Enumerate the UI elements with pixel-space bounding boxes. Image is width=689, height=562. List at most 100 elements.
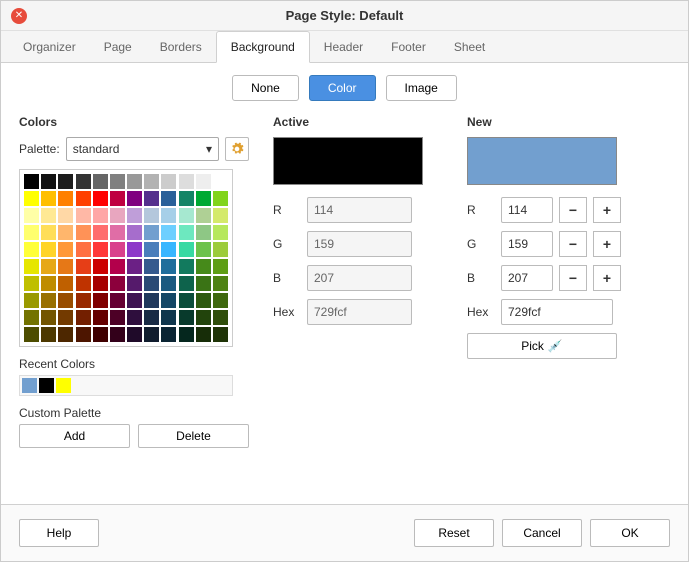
color-swatch[interactable] [110,225,125,240]
color-swatch[interactable] [76,327,91,342]
color-swatch[interactable] [110,259,125,274]
color-swatch[interactable] [24,259,39,274]
color-swatch[interactable] [93,208,108,223]
mode-color-button[interactable]: Color [309,75,376,101]
color-swatch[interactable] [93,191,108,206]
tab-organizer[interactable]: Organizer [9,32,90,62]
new-hex-input[interactable]: 729fcf [501,299,613,325]
color-swatch[interactable] [110,208,125,223]
color-swatch[interactable] [127,225,142,240]
color-swatch[interactable] [41,191,56,206]
color-swatch[interactable] [58,242,73,257]
tab-borders[interactable]: Borders [146,32,216,62]
color-swatch[interactable] [110,242,125,257]
color-swatch[interactable] [144,191,159,206]
color-swatch[interactable] [213,208,228,223]
color-swatch[interactable] [93,242,108,257]
color-swatch[interactable] [179,242,194,257]
color-swatch[interactable] [144,225,159,240]
color-swatch[interactable] [161,174,176,189]
color-swatch[interactable] [144,276,159,291]
color-swatch[interactable] [58,327,73,342]
color-swatch[interactable] [93,259,108,274]
tab-header[interactable]: Header [310,32,377,62]
color-swatch[interactable] [41,310,56,325]
color-swatch[interactable] [196,259,211,274]
color-swatch[interactable] [127,191,142,206]
add-button[interactable]: Add [19,424,130,448]
color-swatch[interactable] [41,208,56,223]
ok-button[interactable]: OK [590,519,670,547]
tab-background[interactable]: Background [216,31,310,63]
g-decrement-button[interactable]: − [559,231,587,257]
help-button[interactable]: Help [19,519,99,547]
color-swatch[interactable] [213,293,228,308]
color-swatch[interactable] [179,327,194,342]
color-swatch[interactable] [179,259,194,274]
color-swatch[interactable] [41,327,56,342]
r-decrement-button[interactable]: − [559,197,587,223]
color-swatch[interactable] [179,208,194,223]
color-swatch[interactable] [213,327,228,342]
color-swatch[interactable] [161,293,176,308]
color-swatch[interactable] [58,293,73,308]
color-swatch[interactable] [24,208,39,223]
color-swatch[interactable] [196,293,211,308]
color-swatch[interactable] [24,174,39,189]
color-swatch[interactable] [144,327,159,342]
g-increment-button[interactable]: + [593,231,621,257]
color-swatch[interactable] [213,310,228,325]
color-swatch[interactable] [127,293,142,308]
color-swatch[interactable] [76,208,91,223]
color-swatch[interactable] [127,327,142,342]
color-swatch[interactable] [93,327,108,342]
color-swatch[interactable] [196,208,211,223]
color-swatch[interactable] [179,293,194,308]
tab-footer[interactable]: Footer [377,32,440,62]
color-swatch[interactable] [179,276,194,291]
color-swatch[interactable] [127,310,142,325]
color-swatch[interactable] [93,310,108,325]
tab-sheet[interactable]: Sheet [440,32,499,62]
color-swatch[interactable] [161,242,176,257]
color-swatch[interactable] [161,191,176,206]
color-swatch[interactable] [93,174,108,189]
mode-none-button[interactable]: None [232,75,299,101]
pick-button[interactable]: Pick 💉 [467,333,617,359]
color-swatch[interactable] [161,208,176,223]
color-swatch[interactable] [110,174,125,189]
color-swatch[interactable] [196,191,211,206]
color-swatch[interactable] [161,310,176,325]
color-swatch[interactable] [161,259,176,274]
color-swatch[interactable] [144,293,159,308]
color-swatch[interactable] [93,276,108,291]
color-swatch[interactable] [41,225,56,240]
color-swatch[interactable] [58,310,73,325]
color-swatch[interactable] [24,310,39,325]
color-swatch[interactable] [196,276,211,291]
color-swatch[interactable] [144,242,159,257]
color-swatch[interactable] [110,293,125,308]
delete-button[interactable]: Delete [138,424,249,448]
color-swatch[interactable] [76,293,91,308]
tab-page[interactable]: Page [90,32,146,62]
color-swatch[interactable] [93,225,108,240]
color-swatch[interactable] [24,327,39,342]
b-increment-button[interactable]: + [593,265,621,291]
color-swatch[interactable] [24,191,39,206]
close-button[interactable]: ✕ [11,8,27,24]
color-swatch[interactable] [127,208,142,223]
color-swatch[interactable] [179,310,194,325]
cancel-button[interactable]: Cancel [502,519,582,547]
color-swatch[interactable] [213,259,228,274]
b-decrement-button[interactable]: − [559,265,587,291]
color-swatch[interactable] [58,225,73,240]
color-swatch[interactable] [76,174,91,189]
color-swatch[interactable] [179,225,194,240]
color-swatch[interactable] [58,276,73,291]
color-swatch[interactable] [213,242,228,257]
color-swatch[interactable] [161,327,176,342]
color-swatch[interactable] [76,276,91,291]
color-swatch[interactable] [110,191,125,206]
recent-color-swatch[interactable] [39,378,54,393]
